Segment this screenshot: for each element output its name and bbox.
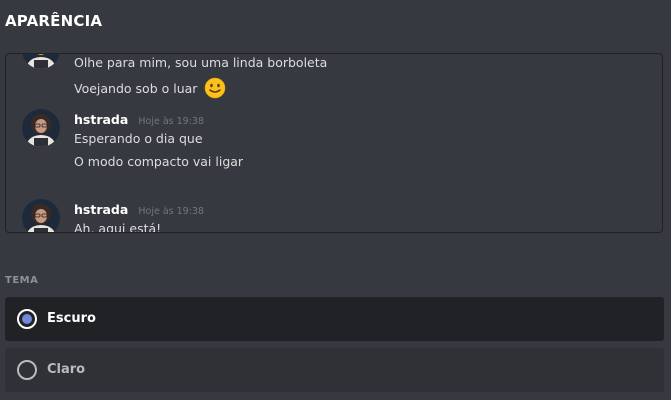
theme-option-label: Claro xyxy=(47,362,86,377)
message-header: hstrada Hoje às 19:38 xyxy=(74,199,204,218)
radio-dot xyxy=(22,314,32,324)
username[interactable]: hstrada xyxy=(74,202,128,217)
message-line: Esperando o dia que xyxy=(74,131,203,146)
theme-option-dark[interactable]: Escuro xyxy=(5,297,664,341)
message-line: Olhe para mim, sou uma linda borboleta xyxy=(74,55,328,70)
message-line-text: Voejando sob o luar xyxy=(74,81,198,96)
message-preview: Olhe para mim, sou uma linda borboleta V… xyxy=(5,53,663,233)
message-header: hstrada Hoje às 19:38 xyxy=(74,109,204,128)
appearance-settings-page: APARÊNCIA Olhe para mim, sou uma linda b… xyxy=(0,0,671,400)
radio-button-unchecked[interactable] xyxy=(17,360,37,380)
theme-section-label: TEMA xyxy=(5,275,39,286)
radio-button-checked[interactable] xyxy=(17,309,37,329)
message-line-with-emoji: Voejando sob o luar xyxy=(74,77,226,102)
message-group: Olhe para mim, sou uma linda borboleta V… xyxy=(6,54,662,109)
avatar xyxy=(22,199,60,232)
avatar xyxy=(22,109,60,147)
message-line: O modo compacto vai ligar xyxy=(74,154,244,169)
theme-option-label: Escuro xyxy=(47,311,96,326)
avatar xyxy=(22,54,60,69)
slightly-smiling-face-emoji-icon xyxy=(204,77,226,102)
theme-option-light[interactable]: Claro xyxy=(5,348,664,392)
message-group: hstrada Hoje às 19:38 Esperando o dia qu… xyxy=(6,109,662,199)
message-line: Ah, aqui está! xyxy=(74,221,162,233)
timestamp: Hoje às 19:38 xyxy=(138,206,205,217)
timestamp: Hoje às 19:38 xyxy=(138,116,205,127)
message-group: hstrada Hoje às 19:38 Ah, aqui está! xyxy=(6,199,662,233)
username[interactable]: hstrada xyxy=(74,112,128,127)
page-title: APARÊNCIA xyxy=(5,12,103,30)
